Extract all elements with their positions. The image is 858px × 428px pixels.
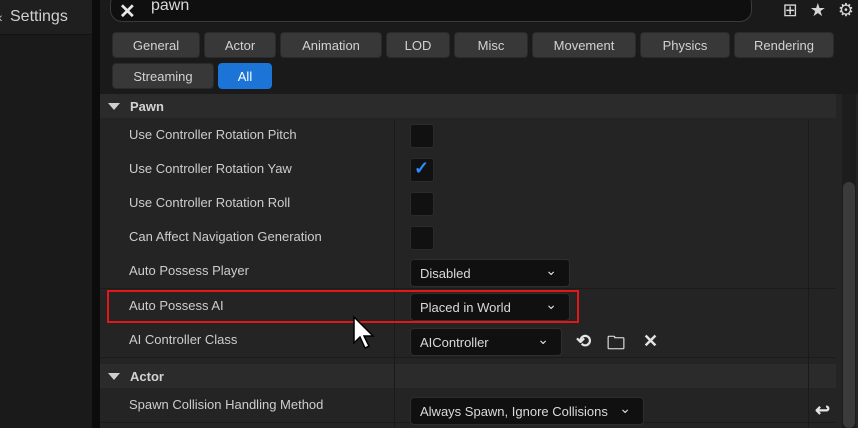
row-rotation-pitch: Use Controller Rotation Pitch <box>100 118 836 153</box>
browse-folder-icon[interactable]: 🗀 <box>607 331 625 361</box>
chevron-down-icon: ⌄ <box>537 331 549 347</box>
highlight-box <box>107 290 579 323</box>
checkbox-rotation-pitch[interactable] <box>410 124 434 148</box>
dropdown-auto-possess-player[interactable]: Disabled ⌄ <box>410 259 570 287</box>
column-divider[interactable] <box>394 120 395 428</box>
dropdown-value: AIController <box>420 334 489 350</box>
filter-lod[interactable]: LOD <box>386 32 450 58</box>
dropdown-value: Always Spawn, Ignore Collisions <box>420 403 608 419</box>
filter-physics[interactable]: Physics <box>640 32 730 58</box>
row-rotation-yaw: Use Controller Rotation Yaw <box>100 152 836 187</box>
category-actor[interactable]: Actor <box>100 364 836 388</box>
arrow-left-icon[interactable]: ⟲ <box>576 331 591 352</box>
property-label: Can Affect Navigation Generation <box>129 229 322 244</box>
property-label: Use Controller Rotation Roll <box>129 195 291 210</box>
row-navigation: Can Affect Navigation Generation <box>100 220 836 255</box>
mouse-cursor-icon <box>353 315 375 350</box>
dropdown-ai-controller-class[interactable]: AIController ⌄ <box>410 328 562 356</box>
triangle-down-icon <box>108 372 120 380</box>
checkbox-rotation-yaw[interactable] <box>410 158 434 182</box>
filter-all[interactable]: All <box>218 63 272 89</box>
category-pawn[interactable]: Pawn <box>100 94 836 118</box>
star-icon[interactable]: ★ <box>810 0 826 21</box>
property-label: Auto Possess Player <box>129 263 249 278</box>
filter-misc[interactable]: Misc <box>454 32 528 58</box>
dropdown-spawn-collision[interactable]: Always Spawn, Ignore Collisions ⌄ <box>410 397 644 425</box>
property-label: Use Controller Rotation Yaw <box>129 161 292 176</box>
category-label: Actor <box>130 368 164 384</box>
chevron-down-icon: ⌄ <box>619 400 631 416</box>
triangle-down-icon <box>108 102 120 110</box>
header-icons: ⊞ ★ ⚙ <box>783 0 858 21</box>
gear-icon[interactable]: ⚙ <box>838 0 854 21</box>
dropdown-value: Disabled <box>420 265 471 281</box>
left-panel: ‹ Settings <box>0 0 92 428</box>
panel-divider[interactable] <box>92 0 100 428</box>
filter-rendering[interactable]: Rendering <box>734 32 834 58</box>
filter-streaming[interactable]: Streaming <box>112 63 214 89</box>
reset-arrow-icon[interactable]: ↩ <box>815 400 830 421</box>
chevron-down-icon: ⌄ <box>545 262 557 278</box>
search-box[interactable]: ✕ pawn <box>110 0 752 24</box>
column-divider <box>808 120 809 428</box>
filter-animation[interactable]: Animation <box>280 32 382 58</box>
category-label: Pawn <box>130 98 164 114</box>
grid-icon[interactable]: ⊞ <box>783 0 798 21</box>
close-icon[interactable]: ✕ <box>643 331 658 352</box>
filter-movement[interactable]: Movement <box>532 32 636 58</box>
chevron-left-icon: ‹ <box>0 9 8 25</box>
property-label: AI Controller Class <box>129 332 238 347</box>
checkbox-navigation[interactable] <box>410 226 434 250</box>
row-rotation-roll: Use Controller Rotation Roll <box>100 186 836 221</box>
scrollbar-thumb[interactable] <box>843 182 855 428</box>
checkbox-rotation-roll[interactable] <box>410 192 434 216</box>
filter-general[interactable]: General <box>112 32 200 58</box>
property-label: Spawn Collision Handling Method <box>129 397 324 412</box>
close-icon[interactable]: ✕ <box>119 0 136 24</box>
property-label: Use Controller Rotation Pitch <box>129 127 297 142</box>
search-input[interactable]: pawn <box>151 0 189 15</box>
filter-actor[interactable]: Actor <box>204 32 276 58</box>
settings-label: Settings <box>10 8 68 25</box>
settings-tab[interactable]: ‹ Settings <box>0 0 92 35</box>
